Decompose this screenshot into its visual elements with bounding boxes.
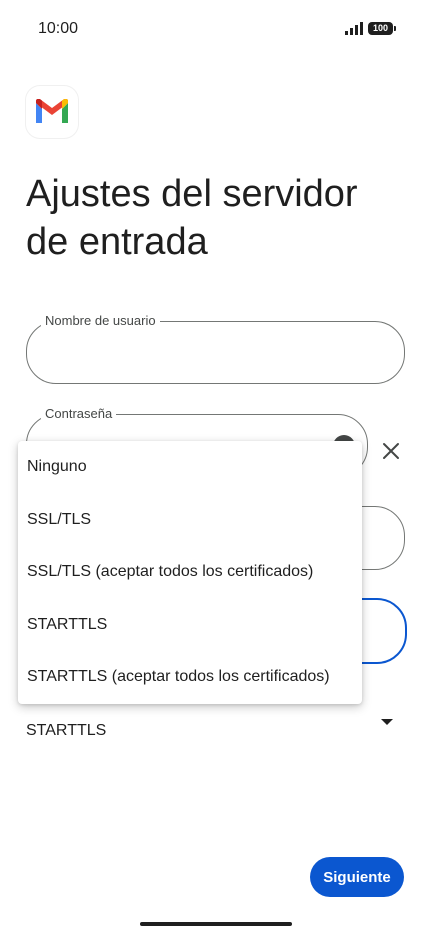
menu-item-starttls[interactable]: STARTTLS	[18, 599, 362, 652]
chevron-down-icon[interactable]	[381, 719, 393, 725]
username-label: Nombre de usuario	[41, 313, 160, 329]
battery-icon: 100	[368, 22, 396, 35]
password-label: Contraseña	[41, 406, 117, 422]
menu-item-ssl-tls[interactable]: SSL/TLS	[18, 494, 362, 547]
close-icon[interactable]	[380, 440, 402, 462]
status-bar: 10:00 100	[0, 0, 431, 60]
menu-item-ninguno[interactable]: Ninguno	[18, 441, 362, 494]
signal-icon	[345, 22, 363, 35]
page-title: Ajustes del servidor de entrada	[26, 173, 358, 263]
next-button[interactable]: Siguiente	[310, 857, 404, 897]
menu-item-starttls-all-certs[interactable]: STARTTLS (aceptar todos los certificados…	[18, 651, 362, 704]
username-field[interactable]: Nombre de usuario	[26, 313, 405, 384]
menu-item-ssl-tls-all-certs[interactable]: SSL/TLS (aceptar todos los certificados)	[18, 546, 362, 599]
security-dropdown-menu: Ninguno SSL/TLS SSL/TLS (aceptar todos l…	[18, 441, 362, 704]
security-type-value[interactable]: STARTTLS	[26, 722, 106, 740]
status-time: 10:00	[38, 20, 79, 37]
gmail-logo-icon	[26, 86, 78, 138]
home-indicator[interactable]	[140, 922, 292, 926]
